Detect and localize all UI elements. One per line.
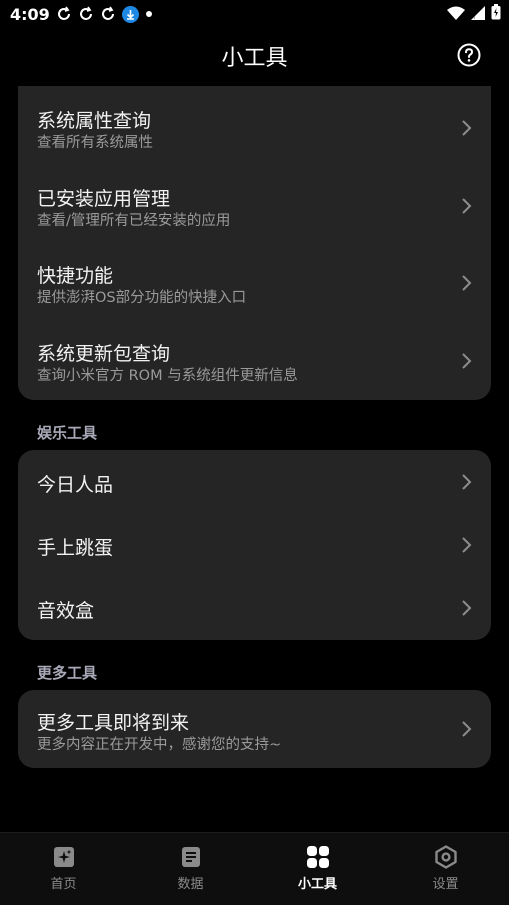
home-sparkle-icon [53, 847, 74, 867]
item-title: 今日人品 [37, 474, 114, 496]
list-item[interactable]: 系统更新包查询 查询小米官方 ROM 与系统组件更新信息 [18, 321, 491, 400]
page-title: 小工具 [221, 46, 288, 71]
item-title: 更多工具即将到来 [37, 712, 190, 734]
entertainment-card: 今日人品 手上跳蛋 音效盒 [18, 450, 491, 640]
more-tools-card: 更多工具即将到来 更多内容正在开发中，感谢您的支持~ [18, 690, 491, 768]
wifi-icon [447, 5, 465, 24]
system-tools-card: 系统属性查询 查看所有系统属性 已安装应用管理 查看/管理所有已经安装的应用 快… [18, 86, 491, 400]
list-item[interactable]: 音效盒 [18, 576, 491, 640]
chevron-right-icon [462, 721, 472, 737]
tab-data-label: 数据 [177, 877, 204, 892]
chevron-right-icon [462, 198, 472, 214]
chevron-right-icon [462, 474, 472, 490]
item-subtitle: 查看所有系统属性 [37, 135, 153, 151]
sync-icon [56, 6, 72, 22]
grid-icon [306, 846, 329, 868]
dot-icon [145, 10, 153, 18]
document-icon [181, 847, 200, 867]
tab-home[interactable]: 首页 [0, 833, 127, 905]
chevron-right-icon [462, 275, 472, 291]
item-subtitle: 查询小米官方 ROM 与系统组件更新信息 [37, 368, 298, 384]
tab-tools[interactable]: 小工具 [254, 833, 381, 905]
item-title: 手上跳蛋 [37, 537, 114, 559]
chevron-right-icon [462, 537, 472, 553]
chevron-right-icon [462, 353, 472, 369]
tab-tools-label: 小工具 [297, 877, 337, 892]
item-subtitle: 查看/管理所有已经安装的应用 [37, 213, 231, 229]
item-subtitle: 更多内容正在开发中，感谢您的支持~ [37, 737, 282, 753]
signal-icon: ! [471, 5, 485, 24]
list-item[interactable]: 系统属性查询 查看所有系统属性 [18, 86, 491, 166]
tab-settings-label: 设置 [432, 877, 459, 892]
item-title: 快捷功能 [37, 265, 114, 287]
list-item[interactable]: 已安装应用管理 查看/管理所有已经安装的应用 [18, 166, 491, 243]
tab-data[interactable]: 数据 [127, 833, 254, 905]
list-item[interactable]: 手上跳蛋 [18, 513, 491, 576]
sync-icon [78, 6, 94, 22]
list-item[interactable]: 更多工具即将到来 更多内容正在开发中，感谢您的支持~ [18, 690, 491, 768]
section-label-more: 更多工具 [37, 664, 98, 682]
help-circle-icon [457, 43, 481, 67]
item-title: 已安装应用管理 [37, 188, 171, 210]
bottom-nav: 首页 数据 小工具 设置 [0, 832, 509, 905]
status-right: ! [447, 0, 501, 28]
section-label-entertainment: 娱乐工具 [37, 424, 98, 442]
sync-icon [100, 6, 116, 22]
status-bar: 4:09 ! [0, 0, 509, 28]
tab-settings[interactable]: 设置 [382, 833, 509, 905]
item-title: 音效盒 [37, 600, 95, 622]
item-title: 系统更新包查询 [37, 343, 171, 365]
item-title: 系统属性查询 [37, 110, 152, 132]
list-item[interactable]: 快捷功能 提供澎湃OS部分功能的快捷入口 [18, 243, 491, 321]
download-icon [121, 5, 139, 23]
svg-text:!: ! [473, 14, 475, 20]
help-button[interactable] [457, 43, 481, 67]
chevron-right-icon [462, 120, 472, 136]
tab-home-label: 首页 [50, 877, 77, 892]
battery-icon [491, 4, 501, 24]
app-bar: 小工具 [0, 28, 509, 84]
chevron-right-icon [462, 600, 472, 616]
list-item[interactable]: 今日人品 [18, 450, 491, 513]
item-subtitle: 提供澎湃OS部分功能的快捷入口 [37, 290, 247, 306]
status-time: 4:09 [10, 4, 50, 24]
settings-hexagon-icon [434, 845, 457, 869]
